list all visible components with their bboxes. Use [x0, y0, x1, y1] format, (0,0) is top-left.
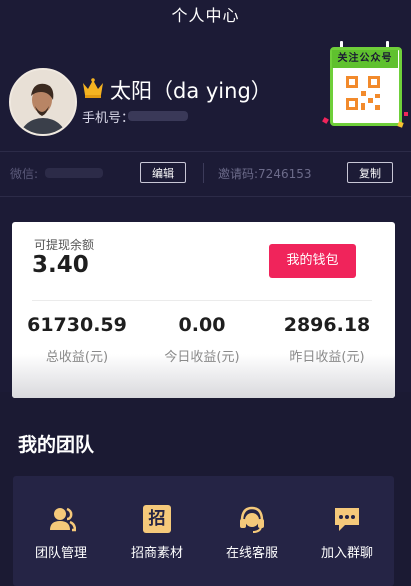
team-management-icon[interactable]	[48, 505, 76, 533]
join-group-chat-label[interactable]: 加入群聊	[302, 542, 392, 561]
crown-icon	[83, 78, 103, 98]
avatar-image	[11, 70, 75, 134]
chat-bubble-icon[interactable]	[333, 505, 361, 533]
wechat-id-masked	[45, 168, 103, 178]
phone-label: 手机号：	[82, 111, 135, 126]
yesterday-earnings-value: 2896.18	[283, 314, 371, 336]
user-name: 太阳（da ying）	[110, 79, 272, 103]
edit-button[interactable]: 编辑	[140, 162, 186, 183]
confetti-decoration	[404, 112, 408, 116]
online-service-label[interactable]: 在线客服	[207, 542, 297, 561]
total-earnings-label: 总收益(元)	[45, 350, 109, 365]
today-earnings-label: 今日收益(元)	[164, 350, 240, 365]
invite-code: 邀请码:7246153	[218, 167, 312, 181]
total-earnings-value: 61730.59	[27, 314, 127, 336]
divider	[0, 151, 411, 152]
yesterday-earnings-label: 昨日收益(元)	[289, 350, 365, 365]
balance-label: 可提现余额	[34, 238, 95, 252]
wechat-label: 微信:	[10, 167, 39, 181]
qr-code-icon	[346, 76, 380, 110]
divider	[0, 196, 411, 197]
my-wallet-button[interactable]: 我的钱包	[269, 244, 356, 278]
recruit-materials-label[interactable]: 招商素材	[112, 542, 202, 561]
follow-account-label: 关注公众号	[332, 50, 398, 68]
balance-value: 3.40	[32, 252, 89, 278]
today-earnings-value: 0.00	[178, 314, 226, 336]
page-title: 个人中心	[171, 6, 240, 25]
divider	[203, 163, 204, 183]
phone-number-masked	[128, 111, 188, 121]
recruit-materials-icon[interactable]: 招	[143, 505, 171, 533]
team-management-label[interactable]: 团队管理	[16, 542, 106, 561]
headset-icon[interactable]	[238, 505, 266, 533]
divider	[32, 300, 372, 301]
team-section-title: 我的团队	[18, 434, 95, 456]
copy-button[interactable]: 复制	[347, 162, 393, 183]
avatar[interactable]	[9, 68, 77, 136]
